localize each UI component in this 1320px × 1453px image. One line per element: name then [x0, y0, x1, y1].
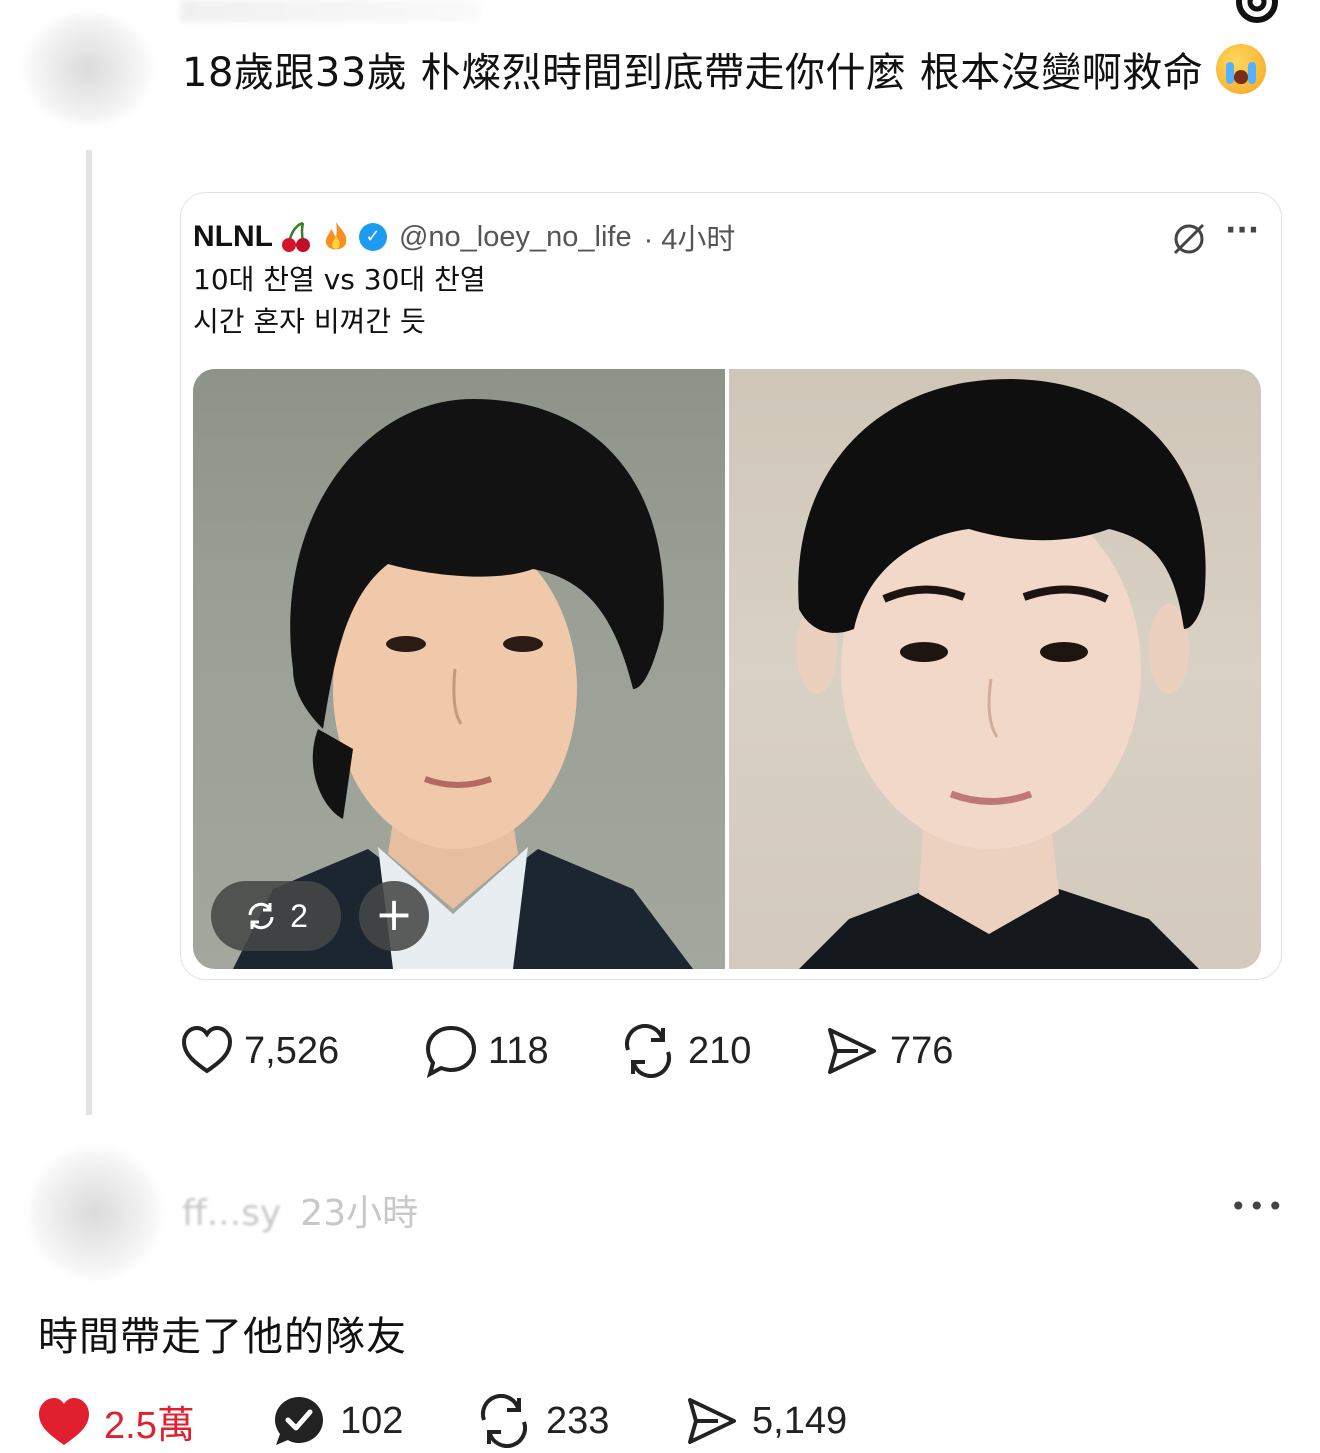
like-count: 7,526: [244, 1029, 340, 1072]
verified-badge-icon: ✓: [358, 223, 387, 251]
reply-repost-count: 233: [546, 1399, 610, 1442]
tweet-text-line1: 10대 찬열 vs 30대 찬열: [193, 263, 486, 296]
heart-icon: [36, 1395, 92, 1449]
grok-icon[interactable]: [1171, 221, 1207, 257]
post-text: 18歲跟33歲 朴燦烈時間到底帶走你什麼 根本沒變啊救命: [182, 42, 1282, 104]
reply-name[interactable]: ff...sy: [182, 1193, 281, 1234]
crying-emoji-icon: [1216, 44, 1267, 94]
reply-share-button[interactable]: 5,149: [684, 1394, 847, 1448]
tweet-more-icon[interactable]: ···: [1225, 213, 1259, 248]
reply-stats: 2.5萬 102 233 5,149: [36, 1394, 936, 1452]
share-button[interactable]: 776: [824, 1024, 953, 1078]
repost-count: 2: [290, 897, 308, 934]
fire-icon: [319, 220, 353, 254]
like-button[interactable]: 7,526: [180, 1024, 339, 1078]
tweet-handle[interactable]: @no_loey_no_life: [399, 221, 632, 254]
plus-symbol: +: [374, 887, 414, 941]
reply-comment-button[interactable]: 102: [272, 1394, 403, 1448]
post-body: 18歲跟33歲 朴燦烈時間到底帶走你什麼 根本沒變啊救命: [182, 50, 1204, 96]
reply-comment-count: 102: [340, 1399, 404, 1442]
check-comment-icon: [272, 1394, 326, 1448]
comment-count: 118: [488, 1029, 549, 1072]
share-icon: [824, 1024, 878, 1078]
tweet-time: · 4小时: [643, 224, 736, 256]
repost-icon: [476, 1394, 532, 1448]
photo-adult[interactable]: [729, 369, 1261, 969]
author-avatar[interactable]: [24, 14, 152, 124]
blurred-header: [180, 0, 480, 22]
share-count: 776: [890, 1029, 954, 1072]
reply-time: 23小時: [300, 1193, 419, 1234]
comment-icon: [424, 1024, 478, 1079]
plus-icon[interactable]: +: [359, 881, 429, 951]
reply-avatar[interactable]: [30, 1148, 160, 1278]
reply-text: 時間帶走了他的隊友: [38, 1314, 407, 1360]
tweet-header: NLNL ✓ @no_loey_no_life · 4小时: [193, 217, 735, 257]
photo-teen[interactable]: [193, 369, 725, 969]
cherry-icon: [279, 220, 313, 254]
repost-count-pill[interactable]: 2: [211, 881, 341, 951]
repost-icon: [620, 1024, 676, 1078]
tweet-author-name[interactable]: NLNL: [193, 220, 273, 254]
threads-logo-icon: [1232, 0, 1282, 30]
reply-more-icon[interactable]: •••: [1230, 1190, 1286, 1223]
repost-count: 210: [688, 1029, 752, 1072]
repost-button[interactable]: 210: [620, 1024, 751, 1078]
tweet-text: 10대 찬열 vs 30대 찬열 시간 혼자 비껴간 듯: [193, 259, 486, 343]
repost-icon: [244, 899, 278, 933]
reply-share-count: 5,149: [752, 1399, 848, 1442]
share-icon: [684, 1394, 738, 1448]
reply-author-name[interactable]: ff...sy 23小時: [182, 1184, 418, 1236]
thread-line: [86, 150, 92, 1115]
reply-like-button[interactable]: 2.5萬: [36, 1394, 195, 1449]
heart-icon: [180, 1024, 234, 1078]
quoted-tweet-card[interactable]: NLNL ✓ @no_loey_no_life · 4小时 ··· 10대 찬열…: [180, 192, 1282, 980]
comment-button[interactable]: 118: [424, 1024, 549, 1079]
reply-repost-button[interactable]: 233: [476, 1394, 609, 1448]
reply-like-count: 2.5萬: [104, 1405, 195, 1447]
tweet-text-line2: 시간 혼자 비껴간 듯: [193, 305, 426, 338]
post-stats: 7,526 118 210 776: [180, 1024, 1080, 1080]
